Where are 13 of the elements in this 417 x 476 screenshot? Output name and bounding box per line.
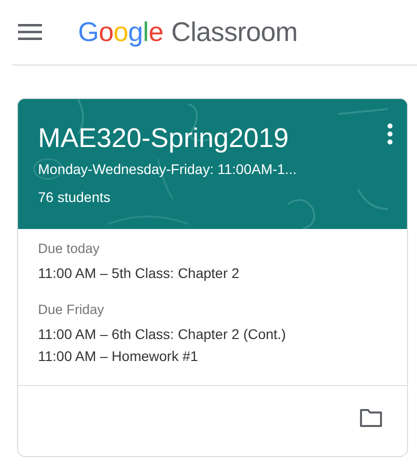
class-title[interactable]: MAE320-Spring2019 xyxy=(38,121,289,155)
folder-icon[interactable] xyxy=(359,408,383,428)
due-label: Due Friday xyxy=(38,302,104,317)
more-options-icon[interactable] xyxy=(387,123,393,145)
student-count: 76 students xyxy=(38,189,110,205)
assignment-link[interactable]: 11:00 AM – 6th Class: Chapter 2 (Cont.) xyxy=(38,323,286,345)
assignment-link[interactable]: 11:00 AM – Homework #1 xyxy=(38,345,198,367)
class-schedule: Monday-Wednesday-Friday: 11:00AM-1... xyxy=(38,161,297,177)
menu-icon[interactable] xyxy=(18,23,42,41)
brand-logo: Google xyxy=(78,16,164,48)
product-name: Classroom xyxy=(171,16,298,48)
due-label: Due today xyxy=(38,241,100,256)
assignment-link[interactable]: 11:00 AM – 5th Class: Chapter 2 xyxy=(38,262,240,284)
